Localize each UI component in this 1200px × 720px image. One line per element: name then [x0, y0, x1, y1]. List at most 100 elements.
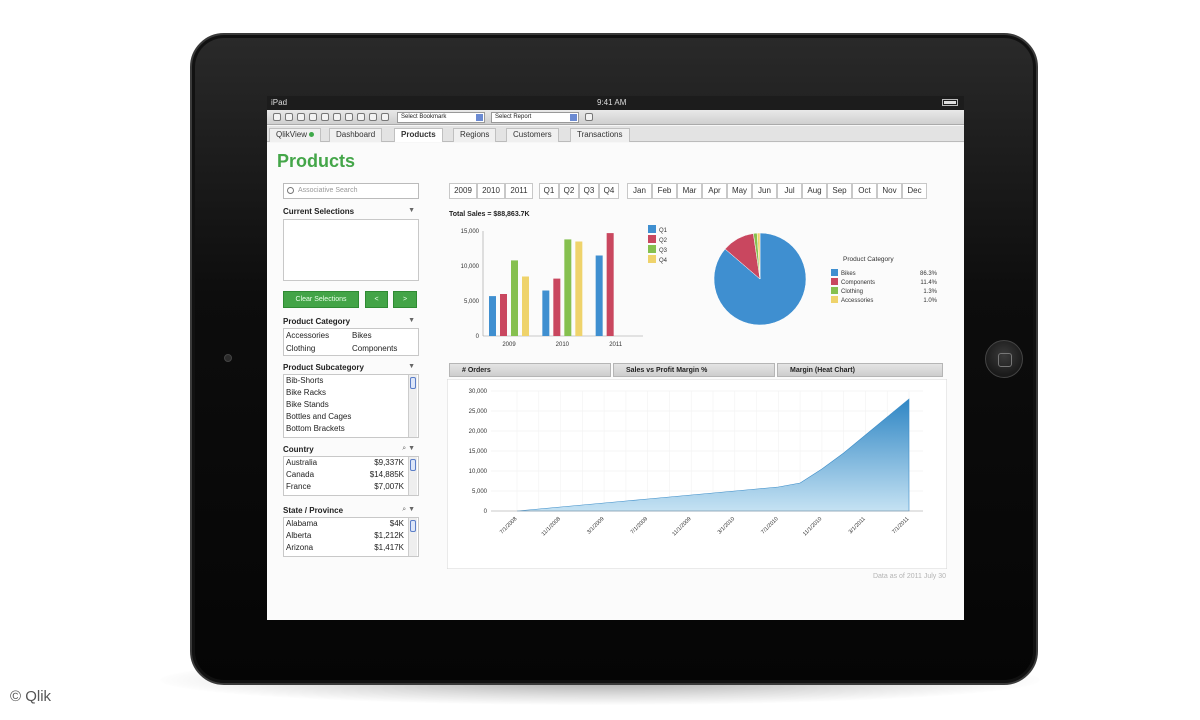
- search-icon: [287, 187, 294, 194]
- state-listbox: Alabama $4K Alberta $1,212K Arizona $1,4…: [283, 517, 419, 557]
- legend-swatch: [648, 235, 656, 243]
- bookmark-select[interactable]: Select Bookmark: [397, 112, 485, 123]
- tab-label: Transactions: [577, 130, 623, 139]
- legend-swatch: [831, 287, 838, 294]
- list-item-value: $4K: [389, 519, 404, 528]
- filter-month-oct[interactable]: Oct: [852, 183, 877, 199]
- clear-icon[interactable]: [357, 113, 365, 121]
- y-tick-label: 30,000: [469, 389, 488, 395]
- forward-button[interactable]: >: [393, 291, 417, 308]
- filter-month-feb[interactable]: Feb: [652, 183, 677, 199]
- bar: [500, 294, 507, 336]
- filter-quarter-q1[interactable]: Q1: [539, 183, 559, 199]
- tab-dashboard[interactable]: Dashboard: [329, 128, 383, 142]
- list-item[interactable]: Bottles and Cages: [284, 411, 418, 423]
- tab-margin-heat-chart[interactable]: Margin (Heat Chart): [777, 363, 943, 377]
- filter-quarter-q3[interactable]: Q3: [579, 183, 599, 199]
- list-item[interactable]: Clothing: [286, 344, 315, 353]
- list-item-value: $14,885K: [369, 470, 404, 479]
- list-item[interactable]: Arizona: [286, 543, 313, 552]
- list-item[interactable]: Bottom Brackets: [284, 423, 418, 435]
- list-item[interactable]: Components: [352, 344, 397, 353]
- filter-year-2011[interactable]: 2011: [505, 183, 533, 199]
- tab-qlikview[interactable]: QlikView: [269, 128, 321, 142]
- bar-chart: 0 5,000 10,000 15,000 2009 2010 2011 Q1 Q2 Q3 Q4: [461, 225, 668, 348]
- print-icon[interactable]: [369, 113, 377, 121]
- filter-month-sep[interactable]: Sep: [827, 183, 852, 199]
- back-icon[interactable]: [297, 113, 305, 121]
- unlock-icon[interactable]: [333, 113, 341, 121]
- scrollbar[interactable]: [408, 518, 417, 556]
- filter-month-dec[interactable]: Dec: [902, 183, 927, 199]
- search-icon[interactable]: ⌕ ▼: [402, 445, 415, 453]
- tab-orders[interactable]: # Orders: [449, 363, 611, 377]
- battery-icon: [942, 99, 958, 106]
- filter-month-aug[interactable]: Aug: [802, 183, 827, 199]
- lock-icon[interactable]: [321, 113, 329, 121]
- report-select[interactable]: Select Report: [491, 112, 579, 123]
- list-item[interactable]: France: [286, 482, 311, 491]
- list-item[interactable]: Alabama: [286, 519, 318, 528]
- chevron-down-icon[interactable]: ▼: [408, 317, 415, 324]
- filter-month-jun[interactable]: Jun: [752, 183, 777, 199]
- list-item[interactable]: Accessories: [286, 331, 329, 340]
- scrollbar[interactable]: [408, 375, 417, 437]
- product-category-title: Product Category ▼: [283, 317, 419, 326]
- filter-month-nov[interactable]: Nov: [877, 183, 902, 199]
- y-tick-label: 10,000: [461, 264, 480, 270]
- state-label: State / Province: [283, 506, 344, 515]
- bar: [595, 255, 603, 336]
- list-item[interactable]: Bike Racks: [284, 387, 418, 399]
- tab-label: Dashboard: [336, 130, 376, 139]
- legend-swatch: [648, 245, 656, 253]
- bar: [522, 276, 529, 336]
- chevron-down-icon[interactable]: ▼: [408, 363, 415, 370]
- country-listbox: Australia $9,337K Canada $14,885K France…: [283, 456, 419, 496]
- filter-month-jul[interactable]: Jul: [777, 183, 802, 199]
- redo-icon[interactable]: [285, 113, 293, 121]
- scrollbar[interactable]: [408, 457, 417, 495]
- search-icon[interactable]: ⌕ ▼: [402, 506, 415, 514]
- page-title: Products: [277, 151, 356, 171]
- list-item[interactable]: Australia: [286, 458, 317, 467]
- search-placeholder: Associative Search: [298, 187, 358, 194]
- scroll-thumb[interactable]: [410, 520, 416, 532]
- filter-year-2009[interactable]: 2009: [449, 183, 477, 199]
- tab-regions[interactable]: Regions: [453, 128, 497, 142]
- y-tick-label: 15,000: [469, 449, 488, 455]
- tab-customers[interactable]: Customers: [506, 128, 559, 142]
- filter-quarter-q2[interactable]: Q2: [559, 183, 579, 199]
- export-icon[interactable]: [381, 113, 389, 121]
- sidebar: Associative Search Current Selections ▼ …: [283, 183, 423, 608]
- filter-month-mar[interactable]: Mar: [677, 183, 702, 199]
- undo-icon[interactable]: [273, 113, 281, 121]
- carrier-label: iPad: [271, 98, 288, 107]
- filter-month-may[interactable]: May: [727, 183, 752, 199]
- tab-label: Regions: [460, 130, 490, 139]
- search-input[interactable]: Associative Search: [283, 183, 419, 199]
- bookmark-icon[interactable]: [345, 113, 353, 121]
- current-selections-title: Current Selections ▼: [283, 207, 419, 216]
- tab-transactions[interactable]: Transactions: [570, 128, 630, 142]
- forward-icon[interactable]: [309, 113, 317, 121]
- legend-title: Product Category: [843, 256, 894, 263]
- list-item[interactable]: Alberta: [286, 531, 311, 540]
- tab-products[interactable]: Products: [394, 128, 443, 142]
- back-button[interactable]: <: [365, 291, 388, 308]
- list-item[interactable]: Bikes: [352, 331, 372, 340]
- list-item[interactable]: Bike Stands: [284, 399, 418, 411]
- tab-sales-vs-margin[interactable]: Sales vs Profit Margin %: [613, 363, 775, 377]
- clear-selections-button[interactable]: Clear Selections: [283, 291, 359, 308]
- filter-month-apr[interactable]: Apr: [702, 183, 727, 199]
- legend-swatch: [831, 269, 838, 276]
- scroll-thumb[interactable]: [410, 377, 416, 389]
- filter-year-2010[interactable]: 2010: [477, 183, 505, 199]
- report-icon[interactable]: [585, 113, 593, 121]
- filter-month-jan[interactable]: Jan: [627, 183, 652, 199]
- chevron-down-icon[interactable]: ▼: [408, 207, 415, 214]
- filter-quarter-q4[interactable]: Q4: [599, 183, 619, 199]
- home-button[interactable]: [985, 340, 1023, 378]
- list-item[interactable]: Canada: [286, 470, 314, 479]
- list-item[interactable]: Bib-Shorts: [284, 375, 418, 387]
- scroll-thumb[interactable]: [410, 459, 416, 471]
